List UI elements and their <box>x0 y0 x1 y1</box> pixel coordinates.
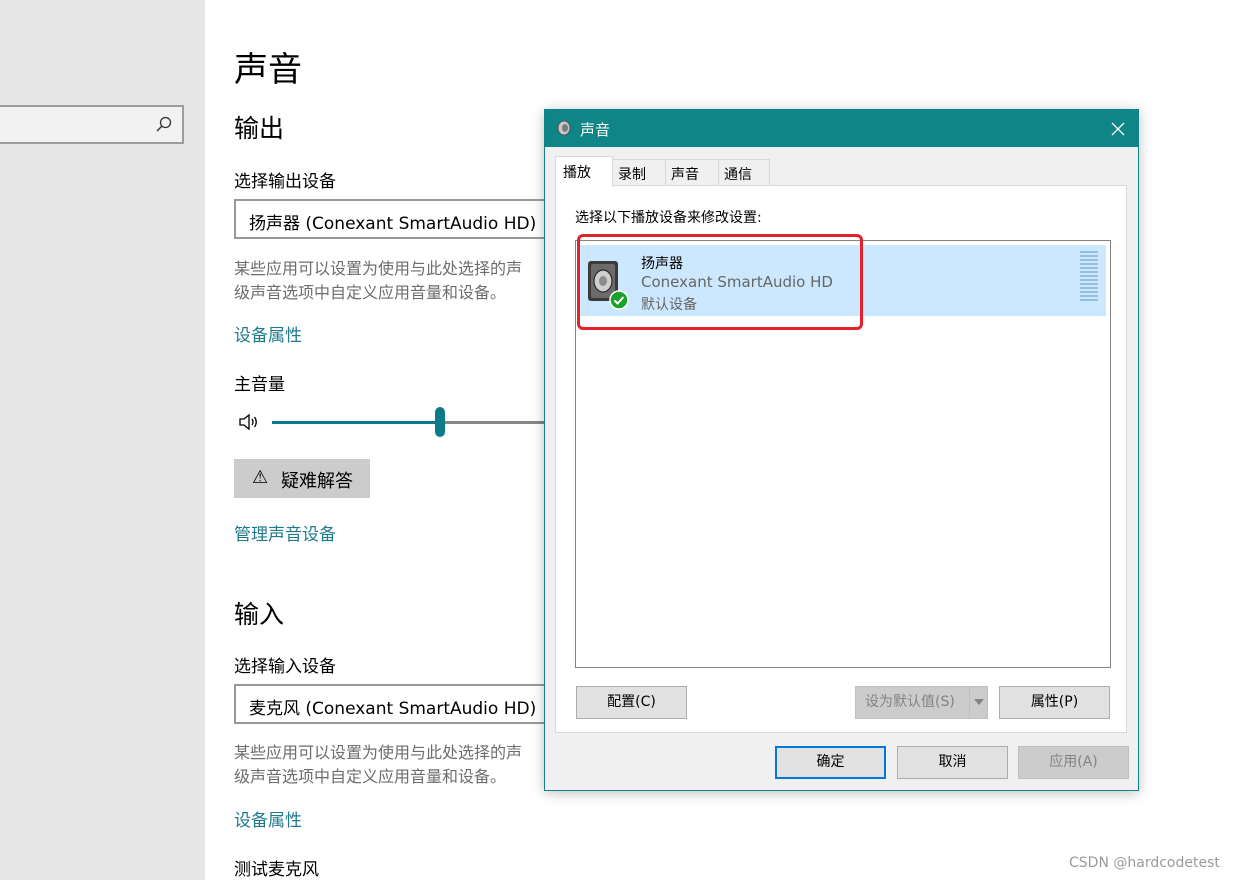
output-device-label: 选择输出设备 <box>234 172 336 192</box>
input-device-value: 麦克风 (Conexant SmartAudio HD) <box>249 699 537 719</box>
dialog-titlebar[interactable]: 声音 <box>545 110 1138 147</box>
output-description-line-2: 级声音选项中自定义应用音量和设备。 <box>234 283 507 302</box>
apply-button[interactable]: 应用(A) <box>1018 746 1129 779</box>
cancel-button[interactable]: 取消 <box>897 746 1008 779</box>
search-input[interactable] <box>0 105 184 144</box>
manage-sound-devices-link[interactable]: 管理声音设备 <box>234 520 336 545</box>
dialog-title: 声音 <box>580 121 611 139</box>
input-device-label: 选择输入设备 <box>234 657 336 677</box>
master-volume-track[interactable] <box>272 421 572 424</box>
sound-dialog: 声音 播放 录制 声音 通信 选择以下播放设备来修改设置: 扬声器 Conexa… <box>544 109 1139 791</box>
input-description-line-1: 某些应用可以设置为使用与此处选择的声 <box>234 743 523 762</box>
watermark-text: CSDN @hardcodetest <box>1069 855 1220 871</box>
speaker-volume-icon <box>239 413 257 431</box>
sound-settings-page: 声音 输出 选择输出设备 扬声器 (Conexant SmartAudio HD… <box>234 0 572 880</box>
search-icon <box>156 116 172 132</box>
output-heading: 输出 <box>234 114 285 143</box>
set-default-label: 设为默认值(S) <box>865 694 955 710</box>
screen: 声音 输出 选择输出设备 扬声器 (Conexant SmartAudio HD… <box>0 0 1255 880</box>
output-device-select[interactable]: 扬声器 (Conexant SmartAudio HD) <box>234 199 564 239</box>
page-title: 声音 <box>234 50 302 90</box>
output-device-value: 扬声器 (Conexant SmartAudio HD) <box>249 214 537 234</box>
audio-level-meter <box>1080 251 1098 303</box>
master-volume-fill <box>272 421 440 424</box>
test-microphone-label: 测试麦克风 <box>234 860 319 880</box>
output-device-properties-link[interactable]: 设备属性 <box>234 321 302 346</box>
tab-communications[interactable]: 通信 <box>718 159 770 185</box>
input-device-properties-link[interactable]: 设备属性 <box>234 806 302 831</box>
annotation-highlight-box <box>577 234 863 330</box>
configure-button[interactable]: 配置(C) <box>576 686 687 719</box>
tab-playback[interactable]: 播放 <box>555 156 613 187</box>
output-description-line-1: 某些应用可以设置为使用与此处选择的声 <box>234 259 523 278</box>
troubleshoot-button[interactable]: ⚠ 疑难解答 <box>234 459 370 498</box>
close-icon[interactable] <box>1104 116 1132 142</box>
properties-button[interactable]: 属性(P) <box>999 686 1110 719</box>
input-device-select[interactable]: 麦克风 (Conexant SmartAudio HD) <box>234 684 564 724</box>
warning-icon: ⚠ <box>252 467 269 488</box>
master-volume-label: 主音量 <box>234 375 285 395</box>
speaker-app-icon <box>557 120 571 136</box>
input-description-line-2: 级声音选项中自定义应用音量和设备。 <box>234 767 507 786</box>
tab-sounds[interactable]: 声音 <box>665 159 719 185</box>
settings-nav-pane <box>0 0 205 880</box>
input-heading: 输入 <box>234 600 285 629</box>
troubleshoot-label: 疑难解答 <box>281 471 353 492</box>
set-default-button[interactable]: 设为默认值(S) <box>855 686 988 719</box>
playback-instruction: 选择以下播放设备来修改设置: <box>575 210 762 226</box>
tab-recording[interactable]: 录制 <box>612 159 666 185</box>
set-default-dropdown[interactable] <box>969 687 987 718</box>
ok-button[interactable]: 确定 <box>775 746 886 779</box>
playback-device-list[interactable]: 扬声器 Conexant SmartAudio HD 默认设备 <box>575 234 1111 668</box>
playback-tab-panel: 选择以下播放设备来修改设置: 扬声器 Conexant SmartAudio H… <box>555 185 1127 733</box>
chevron-down-icon <box>974 699 984 705</box>
master-volume-thumb[interactable] <box>435 407 445 437</box>
